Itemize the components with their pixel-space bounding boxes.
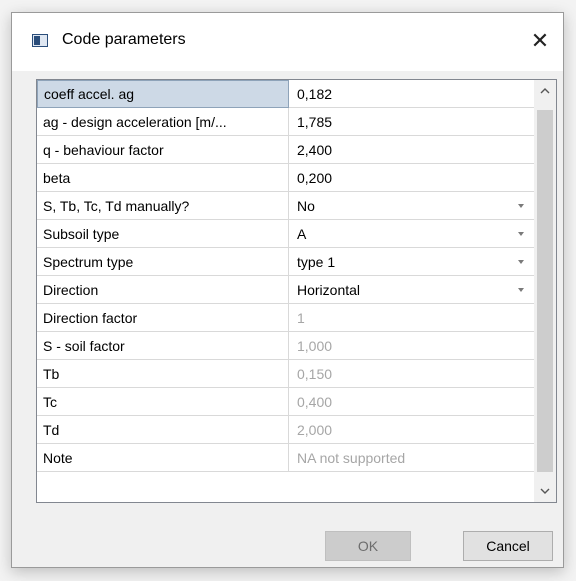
parameter-value: 2,400 (297, 142, 333, 158)
parameter-label[interactable]: Tb (37, 360, 289, 388)
parameter-value: NA not supported (297, 450, 406, 466)
parameter-row[interactable]: Spectrum type type 1 (37, 248, 534, 276)
parameter-row[interactable]: beta 0,200 (37, 164, 534, 192)
parameter-value: 0,200 (297, 170, 333, 186)
parameter-row[interactable]: Tb 0,150 (37, 360, 534, 388)
parameter-label[interactable]: Td (37, 416, 289, 444)
scroll-down-button[interactable] (534, 480, 556, 502)
code-parameters-dialog: Code parameters ✕ coeff accel. ag 0,182 ag… (11, 12, 564, 568)
parameter-row[interactable]: ag - design acceleration [m/... 1,785 (37, 108, 534, 136)
parameter-label[interactable]: S, Tb, Tc, Td manually? (37, 192, 289, 220)
dropdown-arrow-icon[interactable] (518, 204, 524, 208)
close-icon: ✕ (530, 29, 550, 54)
parameter-value-dropdown[interactable]: No (289, 192, 534, 220)
parameter-label[interactable]: S - soil factor (37, 332, 289, 360)
parameter-value-field: 0,150 (289, 360, 534, 388)
dropdown-arrow-icon[interactable] (518, 288, 524, 292)
parameter-label[interactable]: Spectrum type (37, 248, 289, 276)
parameter-value: 1,000 (297, 338, 333, 354)
parameters-rows: coeff accel. ag 0,182 ag - design accelera… (37, 80, 534, 472)
dialog-title: Code parameters (62, 31, 186, 48)
parameter-label[interactable]: Direction (37, 276, 289, 304)
parameter-label[interactable]: Direction factor (37, 304, 289, 332)
ok-button[interactable]: OK (325, 531, 411, 561)
parameter-row[interactable]: Direction factor 1 (37, 304, 534, 332)
parameter-value-field: 1,000 (289, 332, 534, 360)
parameter-value-field[interactable]: 0,182 (289, 80, 534, 108)
parameter-row[interactable]: Td 2,000 (37, 416, 534, 444)
parameter-value-dropdown[interactable]: type 1 (289, 248, 534, 276)
dropdown-arrow-icon[interactable] (518, 232, 524, 236)
chevron-down-icon (540, 488, 550, 494)
parameter-label[interactable]: Tc (37, 388, 289, 416)
parameter-row[interactable]: q - behaviour factor 2,400 (37, 136, 534, 164)
chevron-up-icon (540, 88, 550, 94)
parameter-row[interactable]: Direction Horizontal (37, 276, 534, 304)
parameter-label[interactable]: beta (37, 164, 289, 192)
dropdown-arrow-icon[interactable] (518, 260, 524, 264)
parameter-value-dropdown[interactable]: A (289, 220, 534, 248)
parameter-row[interactable]: Subsoil type A (37, 220, 534, 248)
parameter-value: 0,150 (297, 366, 333, 382)
title-bar: Code parameters ✕ (12, 13, 563, 71)
parameter-value-dropdown[interactable]: Horizontal (289, 276, 534, 304)
parameter-label[interactable]: Note (37, 444, 289, 472)
parameter-value: No (297, 198, 315, 214)
parameter-value-field[interactable]: 1,785 (289, 108, 534, 136)
parameter-value: Horizontal (297, 282, 361, 298)
parameter-value: type 1 (297, 254, 336, 270)
parameter-value: 0,182 (297, 86, 333, 102)
parameter-label[interactable]: coeff accel. ag (37, 80, 289, 108)
parameter-value: 2,000 (297, 422, 333, 438)
parameter-value-field: 1 (289, 304, 534, 332)
parameter-value-field[interactable]: 2,400 (289, 136, 534, 164)
parameters-grid: coeff accel. ag 0,182 ag - design accelera… (36, 79, 557, 503)
parameter-label[interactable]: Subsoil type (37, 220, 289, 248)
parameter-row[interactable]: Tc 0,400 (37, 388, 534, 416)
parameter-row[interactable]: S - soil factor 1,000 (37, 332, 534, 360)
parameter-value-field[interactable]: 0,200 (289, 164, 534, 192)
close-button[interactable]: ✕ (517, 13, 563, 71)
parameter-value-field: NA not supported (289, 444, 534, 472)
parameter-label[interactable]: q - behaviour factor (37, 136, 289, 164)
parameter-row[interactable]: Note NA not supported (37, 444, 534, 472)
parameter-label[interactable]: ag - design acceleration [m/... (37, 108, 289, 136)
cancel-button[interactable]: Cancel (463, 531, 553, 561)
parameter-value-field: 2,000 (289, 416, 534, 444)
parameter-value: 1 (297, 310, 305, 326)
window-icon (32, 34, 48, 47)
parameter-value: 1,785 (297, 114, 333, 130)
parameter-value: A (297, 226, 307, 242)
scroll-up-button[interactable] (534, 80, 556, 102)
scrollbar-thumb[interactable] (537, 110, 553, 472)
parameter-value: 0,400 (297, 394, 333, 410)
vertical-scrollbar[interactable] (534, 80, 556, 502)
parameter-value-field: 0,400 (289, 388, 534, 416)
parameter-row[interactable]: S, Tb, Tc, Td manually? No (37, 192, 534, 220)
parameter-row[interactable]: coeff accel. ag 0,182 (37, 80, 534, 108)
